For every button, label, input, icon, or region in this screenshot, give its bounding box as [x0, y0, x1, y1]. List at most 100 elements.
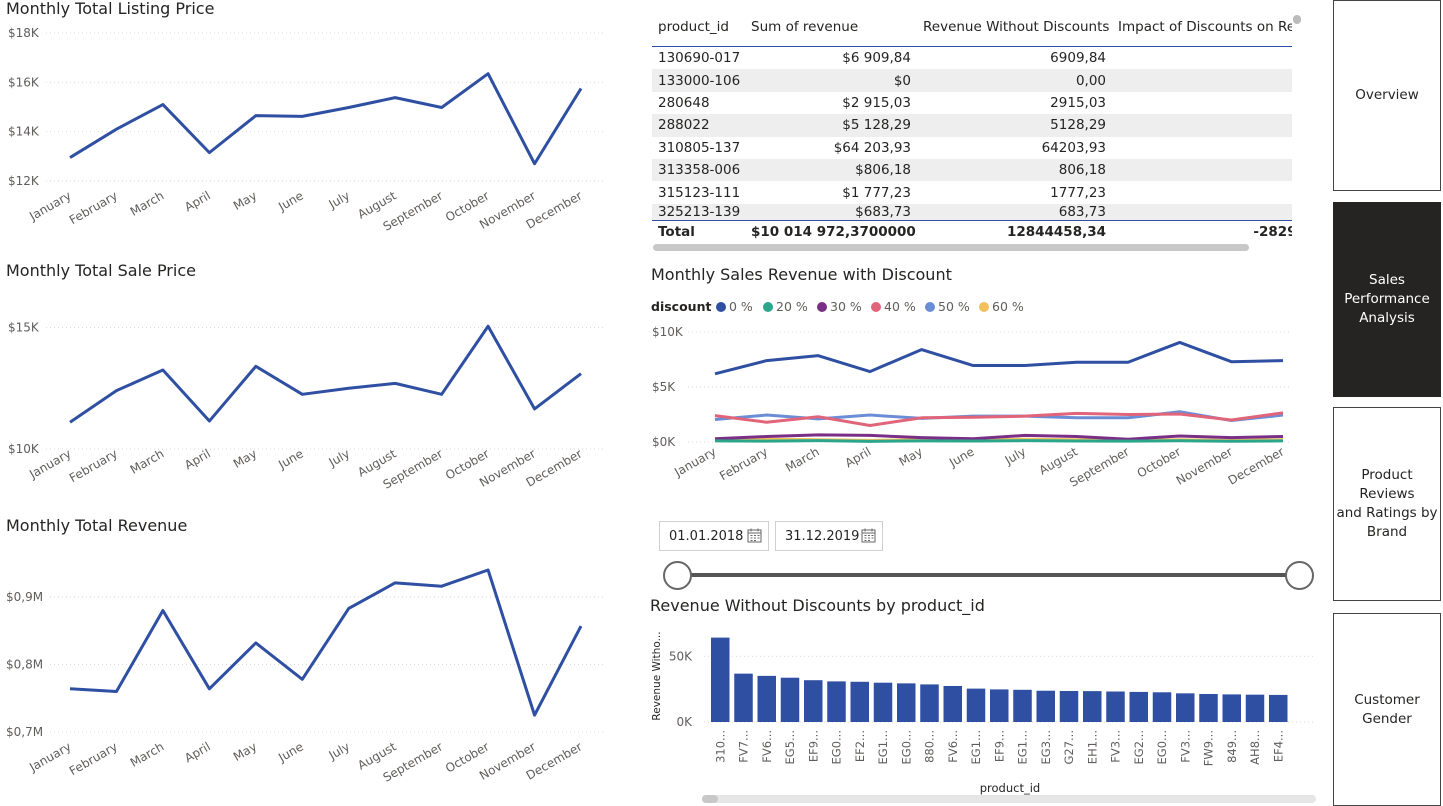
series-line[interactable]	[714, 340, 1284, 376]
total-impact: -28294	[1112, 219, 1292, 244]
revenue-matrix-table[interactable]: product_id Sum of revenue Revenue Withou…	[652, 8, 1292, 244]
legend-marker[interactable]	[925, 302, 935, 312]
bar[interactable]	[1036, 690, 1056, 722]
col-header-revenue-without-discounts[interactable]: Revenue Without Discounts	[917, 8, 1112, 47]
y-tick-label: $0,9M	[6, 590, 43, 604]
date-range-slider-start-handle[interactable]	[663, 561, 692, 590]
x-tick-label: December	[1226, 444, 1287, 487]
nav-overview-button[interactable]: Overview	[1333, 0, 1441, 191]
col-header-impact-of-discounts[interactable]: Impact of Discounts on Re	[1112, 8, 1292, 47]
cell-sum-revenue: $5 128,29	[745, 114, 917, 137]
bar[interactable]	[757, 675, 777, 722]
x-tick-label: EF4...	[1271, 730, 1285, 762]
bar[interactable]	[966, 688, 986, 722]
table-horizontal-scrollbar[interactable]	[653, 244, 1249, 251]
legend-label[interactable]: 0 %	[729, 299, 753, 314]
cell-revenue-without-discounts: 1777,23	[1050, 184, 1106, 201]
bar[interactable]	[827, 681, 846, 722]
table-row[interactable]: 288022 $5 128,29 5128,29	[652, 114, 1292, 137]
bar[interactable]	[1222, 694, 1242, 722]
legend-marker[interactable]	[716, 302, 726, 312]
x-tick-label: FV3...	[1178, 730, 1192, 763]
calendar-icon[interactable]	[861, 528, 876, 543]
table-vertical-scroll-thumb[interactable]	[1293, 15, 1301, 24]
table-row[interactable]: 133000-106 $0 0,00	[652, 69, 1292, 92]
x-tick-label: EG5...	[783, 730, 797, 764]
x-tick-label: May	[897, 444, 925, 469]
bar[interactable]	[1059, 690, 1079, 722]
series-line[interactable]	[69, 324, 582, 424]
start-date-input[interactable]: 01.01.2018	[659, 521, 769, 551]
discount-line-chart[interactable]: discount 0 % 20 % 30 % 40 % 50 % 60 % $0K $5K $10…	[640, 292, 1300, 502]
series-line[interactable]	[714, 439, 1284, 443]
bar[interactable]	[920, 684, 939, 722]
bar-chart-scrollbar[interactable]	[702, 795, 1316, 803]
cell-product-id: 133000-106	[652, 69, 745, 92]
legend-label[interactable]: 30 %	[830, 299, 862, 314]
series-line[interactable]	[69, 568, 583, 717]
x-tick-label: July	[326, 188, 353, 211]
y-tick-label: $0,7M	[6, 725, 43, 739]
bar[interactable]	[1013, 689, 1032, 722]
table-row[interactable]: 310805-137 $64 203,93 64203,93	[652, 137, 1292, 159]
listing-price-line-chart[interactable]: $12K $14K $16K $18K JanuaryFebruary March Apri…	[0, 18, 610, 240]
y-axis-title: Revenue Witho...	[651, 631, 663, 720]
bar[interactable]	[873, 682, 893, 722]
x-tick-label: May	[231, 739, 259, 764]
table-row[interactable]: 313358-006 $806,18 806,18	[652, 158, 1292, 182]
col-header-product-id[interactable]: product_id	[652, 8, 745, 47]
products-bar-chart[interactable]: 0K 50K Revenue Witho... 310... FV7... FV6... E…	[640, 620, 1320, 798]
end-date-input[interactable]: 31.12.2019	[775, 521, 883, 551]
legend-label[interactable]: 50 %	[938, 299, 970, 314]
bar[interactable]	[804, 680, 823, 722]
bar[interactable]	[711, 637, 730, 722]
y-tick-label: $15K	[8, 320, 40, 334]
bar[interactable]	[1199, 694, 1218, 722]
date-range-slider-end-handle[interactable]	[1285, 561, 1314, 590]
total-label: Total	[652, 219, 745, 244]
cell-impact	[1112, 158, 1292, 182]
bar[interactable]	[1152, 692, 1172, 722]
legend-marker[interactable]	[763, 302, 773, 312]
legend-label[interactable]: 20 %	[776, 299, 808, 314]
y-tick-label: $0K	[652, 435, 676, 449]
nav-product-reviews-button[interactable]: Product Reviews and Ratings by Brand	[1333, 407, 1441, 601]
x-tick-label: July	[326, 739, 353, 762]
cell-product-id: 288022	[652, 114, 745, 137]
x-tick-label: April	[182, 446, 213, 472]
nav-customer-gender-button[interactable]: Customer Gender	[1333, 613, 1441, 806]
bar[interactable]	[1245, 694, 1265, 722]
revenue-line-chart[interactable]: $0,7M $0,8M $0,9M JanuaryFebruary March April…	[0, 540, 610, 806]
col-header-sum-revenue[interactable]: Sum of revenue	[745, 8, 917, 47]
legend-label[interactable]: 40 %	[884, 299, 916, 314]
cell-sum-revenue: $683,73	[745, 203, 917, 221]
x-tick-label: July	[1002, 444, 1029, 467]
x-tick-label: EG1...	[876, 730, 890, 764]
date-range-slider-track[interactable]	[678, 573, 1299, 577]
bar[interactable]	[1106, 691, 1125, 722]
bar[interactable]	[1083, 691, 1102, 722]
table-row[interactable]: 315123-111 $1 777,23 1777,23	[652, 181, 1292, 203]
bar[interactable]	[1269, 694, 1288, 722]
legend-marker[interactable]	[871, 302, 881, 312]
bar[interactable]	[734, 673, 753, 722]
legend-marker[interactable]	[817, 302, 827, 312]
x-tick-label: EG1...	[969, 730, 983, 764]
bar[interactable]	[1176, 693, 1195, 722]
calendar-icon[interactable]	[747, 528, 762, 543]
nav-sales-performance-button[interactable]: Sales Performance Analysis	[1333, 202, 1441, 397]
table-row[interactable]: 130690-017 $6 909,84 6909,84	[652, 47, 1292, 70]
sale-price-line-chart[interactable]: $10K$15KJanuaryFebruary March April May June…	[0, 290, 610, 495]
legend-marker[interactable]	[979, 302, 989, 312]
bar[interactable]	[990, 689, 1009, 722]
bar-chart-scroll-thumb[interactable]	[702, 795, 718, 803]
table-row[interactable]: 325213-139 $683,73 683,73	[652, 203, 1292, 221]
legend-label[interactable]: 60 %	[992, 299, 1024, 314]
bar[interactable]	[943, 685, 963, 722]
bar[interactable]	[897, 683, 916, 722]
table-row[interactable]: 280648 $2 915,03 2915,03	[652, 92, 1292, 114]
series-line[interactable]	[69, 72, 583, 166]
bar[interactable]	[850, 681, 870, 722]
bar[interactable]	[1129, 691, 1149, 722]
bar[interactable]	[780, 677, 800, 722]
